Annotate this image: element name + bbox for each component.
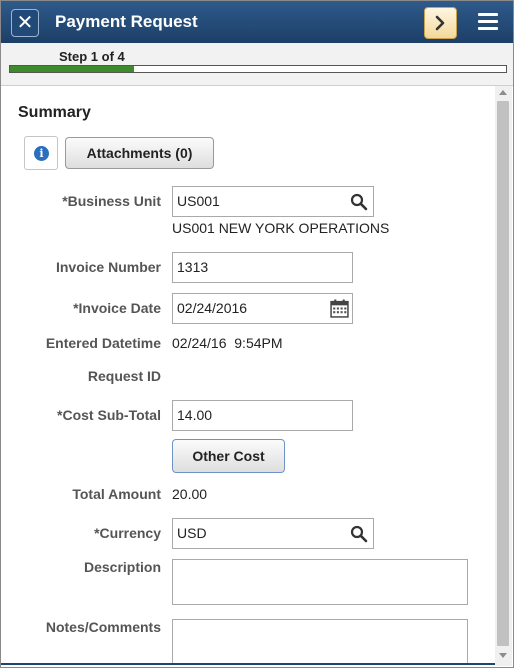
entered-datetime-label: Entered Datetime: [45, 335, 161, 351]
search-icon[interactable]: [350, 525, 368, 543]
description-label: Description: [83, 559, 161, 575]
step-progress-area: Step 1 of 4: [1, 43, 513, 86]
currency-label: *Currency: [94, 525, 161, 541]
total-amount-value: 20.00: [172, 486, 208, 502]
bottom-divider: [1, 663, 495, 665]
request-id-label: Request ID: [87, 368, 161, 384]
progress-fill: [10, 66, 134, 72]
attachments-button[interactable]: Attachments (0): [65, 137, 214, 169]
scroll-up-arrow-icon[interactable]: [499, 90, 507, 95]
next-step-button[interactable]: [424, 7, 457, 39]
invoice-number-label: Invoice Number: [55, 259, 161, 275]
currency-value: USD: [177, 525, 207, 541]
invoice-date-field[interactable]: 02/24/2016: [172, 293, 353, 324]
chevron-right-icon: [435, 15, 445, 31]
vertical-scrollbar[interactable]: [495, 86, 512, 666]
step-label: Step 1 of 4: [59, 49, 125, 64]
calendar-icon[interactable]: [330, 299, 349, 318]
entered-datetime-value: 02/24/16 9:54PM: [172, 335, 283, 351]
progress-bar: [9, 65, 507, 73]
search-icon[interactable]: [350, 193, 368, 211]
form-content: Summary i Attachments (0) *Business Unit…: [1, 86, 495, 666]
cost-subtotal-label: *Cost Sub-Total: [57, 407, 161, 423]
total-amount-label: Total Amount: [72, 486, 161, 502]
notes-textarea[interactable]: [172, 619, 468, 665]
invoice-date-value: 02/24/2016: [177, 300, 248, 316]
invoice-number-value: 1313: [177, 259, 209, 275]
cost-subtotal-value: 14.00: [177, 407, 213, 423]
description-textarea[interactable]: [172, 559, 468, 605]
business-unit-description: US001 NEW YORK OPERATIONS: [172, 220, 390, 236]
scrollbar-thumb[interactable]: [497, 101, 509, 646]
business-unit-field[interactable]: US001: [172, 186, 374, 217]
business-unit-label: *Business Unit: [62, 193, 161, 209]
business-unit-value: US001: [177, 193, 220, 209]
cost-subtotal-field[interactable]: 14.00: [172, 400, 353, 431]
info-button[interactable]: i: [24, 136, 58, 170]
invoice-date-label: *Invoice Date: [73, 300, 161, 316]
header-bar: ✕ Payment Request: [1, 1, 513, 43]
currency-field[interactable]: USD: [172, 518, 374, 549]
close-icon: ✕: [16, 12, 34, 34]
hamburger-menu-icon[interactable]: [478, 13, 498, 31]
invoice-number-field[interactable]: 1313: [172, 252, 353, 283]
info-icon: i: [34, 146, 49, 161]
scroll-down-arrow-icon[interactable]: [499, 653, 507, 658]
section-title: Summary: [18, 104, 91, 121]
page-title: Payment Request: [55, 12, 198, 31]
notes-label: Notes/Comments: [45, 619, 161, 635]
close-button[interactable]: ✕: [11, 9, 39, 37]
other-cost-button[interactable]: Other Cost: [172, 439, 285, 473]
